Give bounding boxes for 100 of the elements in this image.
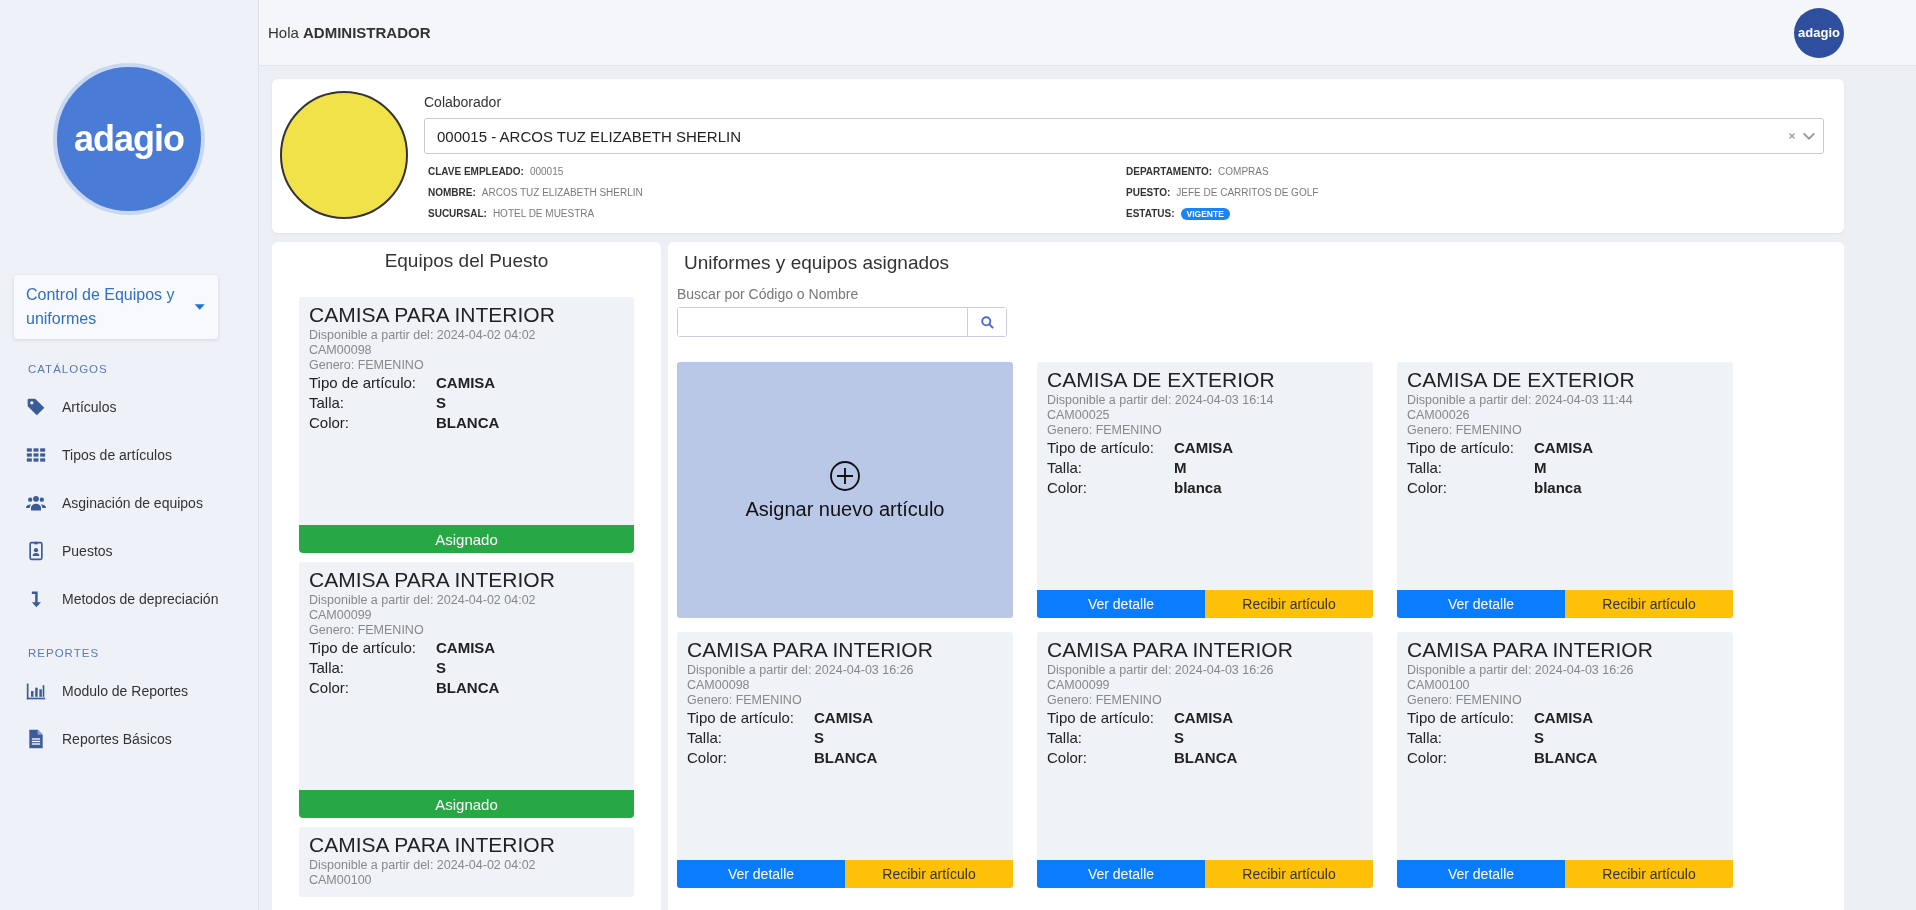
item-meta: CAM00100 (309, 873, 373, 888)
attribute-label: Tipo de artículo: (1047, 440, 1155, 456)
item-meta: Disponible a partir del: 2024-04-03 16:26 (687, 663, 915, 678)
employee-select[interactable]: 000015 - ARCOS TUZ ELIZABETH SHERLIN (424, 118, 1824, 154)
item-title: CAMISA PARA INTERIOR (309, 567, 556, 593)
item-meta: Genero: FEMENINO (309, 358, 425, 373)
attribute-value: BLANCA (1534, 750, 1599, 766)
module-dropdown[interactable]: Control de Equipos y uniformes (14, 275, 218, 339)
section-heading: REPORTES (28, 647, 101, 659)
attribute-value: CAMISA (436, 640, 497, 656)
attribute-value: S (1174, 730, 1185, 746)
attribute-label: Tipo de artículo: (687, 710, 795, 726)
users-icon (26, 493, 46, 513)
detail-button[interactable]: Ver detalle (1397, 860, 1565, 888)
attribute-label: Color: (1047, 750, 1088, 766)
nav-item[interactable]: Reportes Básicos (26, 715, 258, 763)
status-bar: Asignado (299, 790, 634, 818)
logo: adagio (1794, 7, 1844, 58)
nav-item[interactable]: Metodos de depreciación (26, 575, 258, 623)
plus-circle-icon (829, 459, 861, 492)
nav-item[interactable]: Asginación de equipos (26, 479, 258, 527)
field-label: PUESTO: (1126, 187, 1171, 198)
item-meta: CAM00099 (1047, 678, 1111, 693)
attribute-label: Talla: (687, 730, 724, 746)
panel-title: Uniformes y equipos asignados (684, 252, 951, 274)
clear-icon[interactable] (1787, 131, 1797, 141)
attribute-value: blanca (1174, 480, 1223, 496)
item-title: CAMISA PARA INTERIOR (1047, 637, 1294, 663)
status-bar: Asignado (299, 525, 634, 553)
item-title: CAMISA PARA INTERIOR (687, 637, 934, 663)
nav-item[interactable]: Puestos (26, 527, 258, 575)
item-meta: Genero: FEMENINO (687, 693, 803, 708)
receive-button[interactable]: Recibir artículo (1565, 590, 1733, 618)
attribute-value: BLANCA (1174, 750, 1239, 766)
attribute-label: Tipo de artículo: (309, 640, 417, 656)
search-icon (979, 314, 995, 330)
item-meta: Genero: FEMENINO (309, 623, 425, 638)
item-meta: Disponible a partir del: 2024-04-02 04:02 (309, 858, 537, 873)
search-label: Buscar por Código o Nombre (677, 286, 860, 302)
item-meta: Disponible a partir del: 2024-04-03 11:44 (1407, 393, 1634, 408)
attribute-label: Color: (309, 415, 350, 431)
attribute-value: CAMISA (1174, 440, 1235, 456)
detail-button[interactable]: Ver detalle (1037, 590, 1205, 618)
item-meta: Genero: FEMENINO (1047, 693, 1163, 708)
attribute-value: BLANCA (436, 680, 501, 696)
attribute-value: S (1534, 730, 1545, 746)
attribute-label: Talla: (1047, 460, 1084, 476)
attribute-value: BLANCA (436, 415, 501, 431)
field-value: 000015 (529, 166, 564, 177)
attribute-value: CAMISA (1534, 710, 1595, 726)
attribute-label: Color: (687, 750, 728, 766)
tag-icon (26, 397, 46, 417)
panel-title: Equipos del Puesto (384, 250, 549, 272)
attribute-value: S (436, 395, 447, 411)
attribute-label: Tipo de artículo: (1047, 710, 1155, 726)
attribute-label: Talla: (1047, 730, 1084, 746)
item-meta: Genero: FEMENINO (1407, 693, 1523, 708)
item-meta: Genero: FEMENINO (1407, 423, 1523, 438)
field-label: DEPARTAMENTO: (1126, 166, 1213, 177)
attribute-label: Color: (1407, 480, 1448, 496)
receive-button[interactable]: Recibir artículo (845, 860, 1013, 888)
receive-button[interactable]: Recibir artículo (1205, 590, 1373, 618)
greeting: Hola ADMINISTRADOR (268, 24, 431, 41)
item-meta: Disponible a partir del: 2024-04-02 04:02 (309, 328, 537, 343)
item-title: CAMISA DE EXTERIOR (1407, 367, 1636, 393)
logo: adagio (53, 63, 205, 215)
attribute-value: S (436, 660, 447, 676)
attribute-value: S (814, 730, 825, 746)
item-title: CAMISA PARA INTERIOR (309, 302, 556, 328)
id-badge-icon (26, 541, 46, 561)
detail-button[interactable]: Ver detalle (1037, 860, 1205, 888)
add-item-button[interactable]: Asignar nuevo artículo (677, 362, 1013, 618)
attribute-label: Tipo de artículo: (1407, 440, 1515, 456)
attribute-value: CAMISA (436, 375, 497, 391)
grid-icon (26, 445, 46, 465)
status-badge: VIGENTE (1180, 207, 1230, 220)
attribute-label: Color: (309, 680, 350, 696)
item-meta: CAM00100 (1407, 678, 1471, 693)
nav-item[interactable]: Artículos (26, 383, 258, 431)
item-meta: Disponible a partir del: 2024-04-03 16:26 (1047, 663, 1275, 678)
field-label: SUCURSAL: (428, 208, 487, 219)
attribute-value: M (1534, 460, 1548, 476)
nav-item[interactable]: Tipos de artículos (26, 431, 258, 479)
detail-button[interactable]: Ver detalle (1397, 590, 1565, 618)
search-field[interactable] (677, 307, 1007, 337)
receive-button[interactable]: Recibir artículo (1205, 860, 1373, 888)
attribute-label: Talla: (309, 660, 346, 676)
item-meta: Disponible a partir del: 2024-04-02 04:02 (309, 593, 537, 608)
attribute-value: blanca (1534, 480, 1583, 496)
attribute-label: Talla: (309, 395, 346, 411)
attribute-value: CAMISA (1534, 440, 1595, 456)
field-label: NOMBRE: (428, 187, 476, 198)
nav-item[interactable]: Modulo de Reportes (26, 667, 258, 715)
receive-button[interactable]: Recibir artículo (1565, 860, 1733, 888)
item-title: CAMISA PARA INTERIOR (309, 832, 556, 858)
item-meta: Disponible a partir del: 2024-04-03 16:26 (1407, 663, 1635, 678)
attribute-label: Tipo de artículo: (309, 375, 417, 391)
detail-button[interactable]: Ver detalle (677, 860, 845, 888)
attribute-value: CAMISA (814, 710, 875, 726)
attribute-value: CAMISA (1174, 710, 1235, 726)
